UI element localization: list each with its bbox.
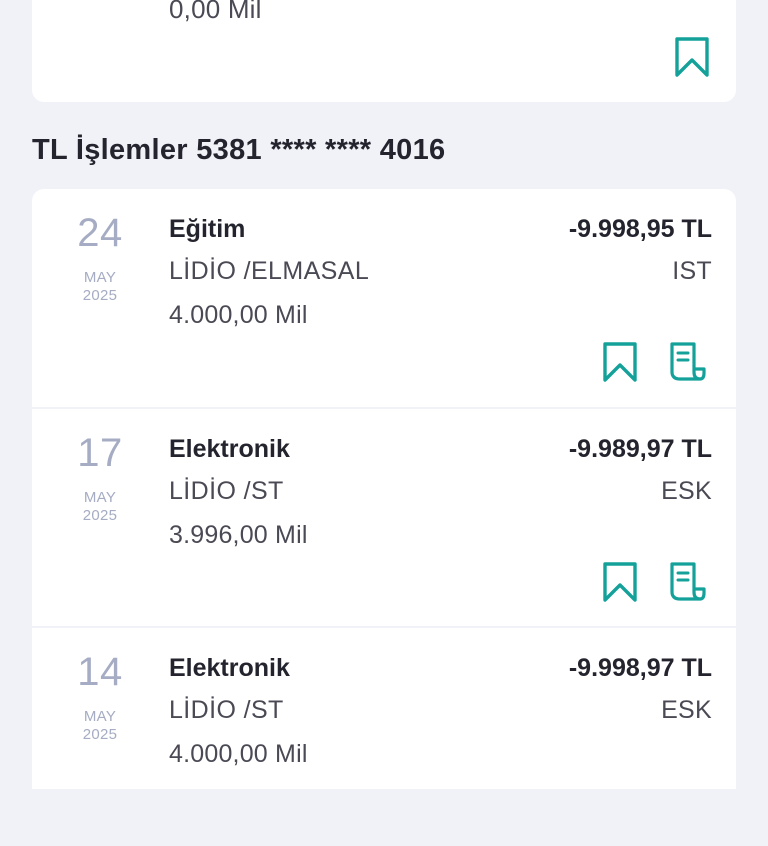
- miles-value: 0,00 Mil: [169, 0, 262, 24]
- bookmark-icon[interactable]: [672, 36, 712, 78]
- transaction-row[interactable]: 24 MAY 2025 Eğitim LİDİO /ELMASAL 4.000,…: [32, 189, 736, 407]
- transaction-category: Eğitim: [169, 215, 246, 243]
- date-day: 24: [77, 211, 123, 255]
- transaction-category: Elektronik: [169, 435, 290, 463]
- previous-transaction-card[interactable]: 0,00 Mil: [32, 0, 736, 102]
- transaction-miles: 4.000,00 Mil: [169, 301, 308, 329]
- receipt-icon[interactable]: [668, 341, 708, 383]
- bookmark-icon[interactable]: [600, 561, 640, 603]
- transaction-category: Elektronik: [169, 654, 290, 682]
- receipt-icon[interactable]: [668, 561, 708, 603]
- transaction-city: ESK: [661, 477, 712, 505]
- transaction-merchant: LİDİO /ST: [169, 477, 284, 505]
- date-month: MAY: [83, 269, 117, 286]
- date-year: 2025: [82, 726, 118, 743]
- transaction-merchant: LİDİO /ELMASAL: [169, 257, 370, 285]
- transaction-amount: -9.989,97 TL: [568, 435, 712, 463]
- transaction-merchant: LİDİO /ST: [169, 696, 284, 724]
- transaction-miles: 3.996,00 Mil: [169, 521, 308, 549]
- transaction-amount: -9.998,95 TL: [568, 215, 712, 243]
- transaction-city: ESK: [661, 696, 712, 724]
- date-day: 14: [77, 650, 123, 694]
- section-title: TL İşlemler 5381 **** **** 4016: [32, 134, 446, 166]
- bookmark-icon[interactable]: [600, 341, 640, 383]
- date-month: MAY: [83, 489, 117, 506]
- date-year: 2025: [82, 287, 118, 304]
- transaction-amount: -9.998,97 TL: [568, 654, 712, 682]
- transaction-city: IST: [672, 257, 712, 285]
- transaction-row[interactable]: 14 MAY 2025 Elektronik LİDİO /ST 4.000,0…: [32, 626, 736, 846]
- date-year: 2025: [82, 507, 118, 524]
- transaction-miles: 4.000,00 Mil: [169, 740, 308, 768]
- transaction-row[interactable]: 17 MAY 2025 Elektronik LİDİO /ST 3.996,0…: [32, 407, 736, 627]
- date-month: MAY: [83, 708, 117, 725]
- date-day: 17: [77, 431, 123, 475]
- transactions-card: 24 MAY 2025 Eğitim LİDİO /ELMASAL 4.000,…: [32, 189, 736, 789]
